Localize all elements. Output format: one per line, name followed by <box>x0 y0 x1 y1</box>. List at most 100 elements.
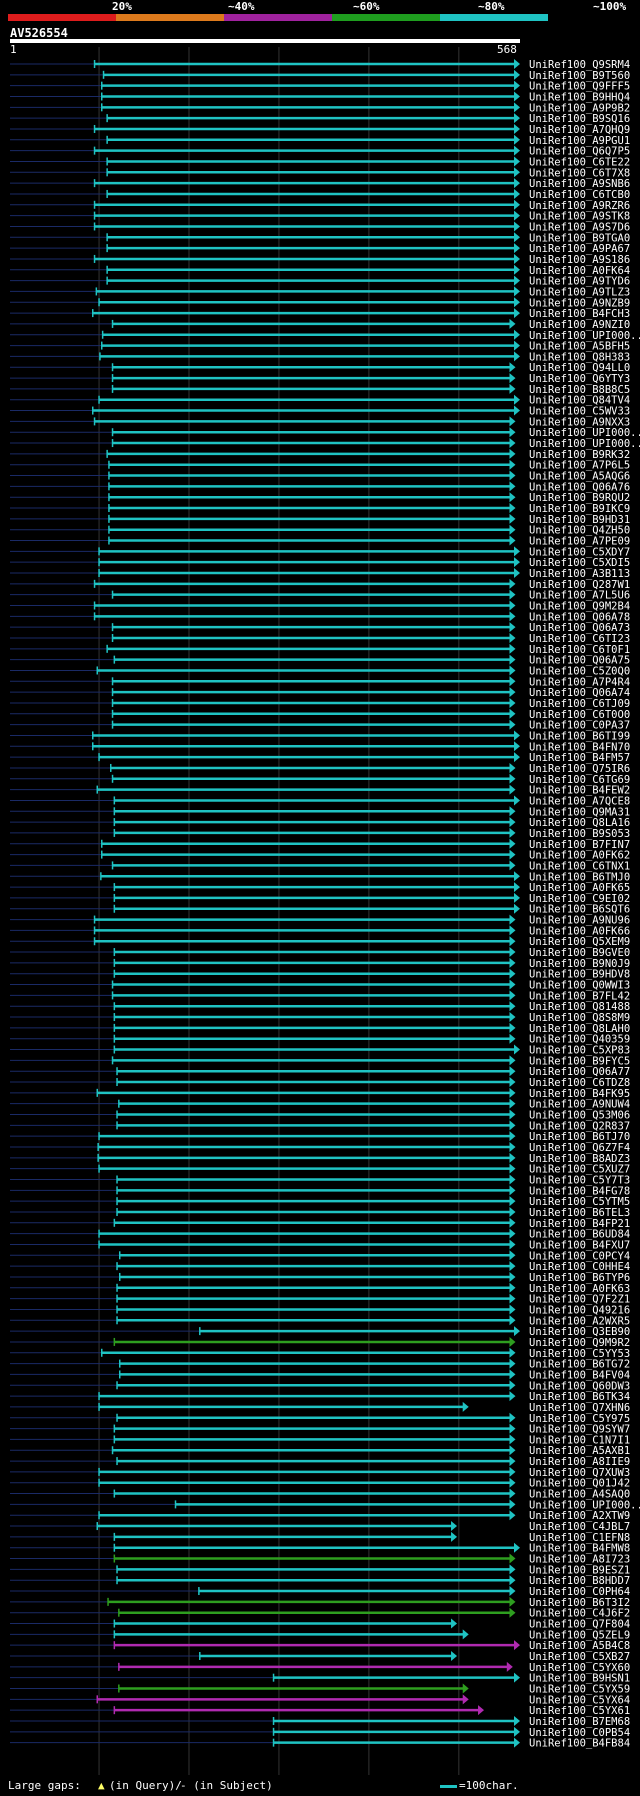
hit-end-arrow <box>514 297 520 308</box>
hit-end-arrow <box>514 113 520 124</box>
hit-end-arrow <box>514 91 520 102</box>
hit-end-arrow <box>514 1726 520 1737</box>
hit-end-arrow <box>509 503 516 514</box>
hit-end-arrow <box>509 719 516 730</box>
query-bar <box>10 39 520 43</box>
hit-end-arrow <box>509 1564 516 1575</box>
hit-end-arrow <box>509 448 516 459</box>
ruler-start: 1 <box>10 43 17 56</box>
legend-color-bar <box>8 14 548 21</box>
hit-end-arrow <box>509 589 516 600</box>
hit-end-arrow <box>509 611 516 622</box>
gap-query-marker: ▲ <box>98 1779 105 1792</box>
hit-end-arrow <box>514 351 520 362</box>
hit-end-arrow <box>451 1618 458 1629</box>
gaps-query-label: (in Query)/ <box>109 1779 182 1792</box>
hit-end-arrow <box>509 1131 516 1142</box>
scale-swatch <box>440 1785 457 1788</box>
hit-end-arrow <box>509 1098 516 1109</box>
hit-row: UniRef100_B4FB84 <box>10 1737 630 1750</box>
hit-end-arrow <box>509 1152 516 1163</box>
hit-end-arrow <box>509 1358 516 1369</box>
hit-end-arrow <box>509 1066 516 1077</box>
hit-end-arrow <box>514 568 520 579</box>
hit-end-arrow <box>509 1239 516 1250</box>
legend-swatch-2 <box>116 14 224 21</box>
hit-end-arrow <box>509 1575 516 1586</box>
hit-end-arrow <box>514 232 520 243</box>
hit-end-arrow <box>514 264 520 275</box>
hit-end-arrow <box>462 1629 469 1640</box>
hit-end-arrow <box>509 1456 516 1467</box>
hit-end-arrow <box>509 849 516 860</box>
hit-end-arrow <box>514 892 520 903</box>
legend-swatch-5 <box>440 14 548 21</box>
hit-end-arrow <box>514 1326 520 1337</box>
hit-end-arrow <box>509 1012 516 1023</box>
hit-end-arrow <box>509 947 516 958</box>
hit-end-arrow <box>509 1596 516 1607</box>
hit-end-arrow <box>509 990 516 1001</box>
hit-end-arrow <box>509 1423 516 1434</box>
hit-end-arrow <box>509 1217 516 1228</box>
hit-end-arrow <box>509 643 516 654</box>
hit-end-arrow <box>514 145 520 156</box>
hit-end-arrow <box>514 69 520 80</box>
hit-end-arrow <box>514 178 520 189</box>
hit-end-arrow <box>509 1434 516 1445</box>
hit-end-arrow <box>514 123 520 134</box>
hit-end-arrow <box>509 968 516 979</box>
hit-end-arrow <box>509 1553 516 1564</box>
hit-end-arrow <box>462 1683 469 1694</box>
hit-end-arrow <box>509 318 516 329</box>
hit-end-arrow <box>514 1737 520 1748</box>
hit-end-arrow <box>509 383 516 394</box>
hit-end-arrow <box>514 286 520 297</box>
hit-end-arrow <box>509 1142 516 1152</box>
hit-end-arrow <box>514 903 520 914</box>
hit-end-arrow <box>509 1271 516 1282</box>
hit-end-arrow <box>514 156 520 167</box>
hit-end-arrow <box>514 405 520 416</box>
hit-end-arrow <box>509 1304 516 1315</box>
hit-end-arrow <box>509 1607 516 1618</box>
hit-end-arrow <box>509 1315 516 1326</box>
hit-end-arrow <box>509 708 516 719</box>
hit-end-arrow <box>514 243 520 254</box>
hit-end-arrow <box>462 1401 469 1412</box>
hit-end-arrow <box>451 1651 458 1662</box>
hit-end-arrow <box>509 860 516 871</box>
legend-label-1: 20% <box>112 0 132 13</box>
hit-end-arrow <box>509 665 516 676</box>
hit-end-arrow <box>509 1336 516 1347</box>
query-id: AV526554 <box>10 26 68 40</box>
hit-end-arrow <box>514 188 520 199</box>
hit-end-arrow <box>514 59 520 69</box>
hit-end-arrow <box>509 1206 516 1217</box>
hit-end-arrow <box>509 1369 516 1380</box>
hit-end-arrow <box>509 1163 516 1174</box>
hit-end-arrow <box>509 373 516 384</box>
hit-end-arrow <box>509 1412 516 1423</box>
hit-end-arrow <box>509 427 516 438</box>
hit-end-arrow <box>509 827 516 838</box>
hit-end-arrow <box>509 936 516 947</box>
hit-end-arrow <box>509 1499 516 1510</box>
hit-end-arrow <box>514 546 520 557</box>
hit-end-arrow <box>509 1261 516 1272</box>
hit-end-arrow <box>509 1087 516 1098</box>
hit-end-arrow <box>509 1466 516 1477</box>
hit-end-arrow <box>509 817 516 828</box>
hit-end-arrow <box>509 1445 516 1456</box>
gaps-label: Large gaps: <box>8 1779 81 1792</box>
legend-swatch-3 <box>224 14 332 21</box>
hit-end-arrow <box>509 1391 516 1402</box>
hit-end-arrow <box>509 687 516 698</box>
hit-end-arrow <box>509 1174 516 1185</box>
hit-label[interactable]: UniRef100_B4FB84 <box>529 1738 630 1750</box>
hit-end-arrow <box>509 1022 516 1033</box>
hit-end-arrow <box>514 210 520 221</box>
hit-end-arrow <box>509 979 516 990</box>
hit-end-arrow <box>509 632 516 643</box>
hit-end-arrow <box>509 773 516 784</box>
